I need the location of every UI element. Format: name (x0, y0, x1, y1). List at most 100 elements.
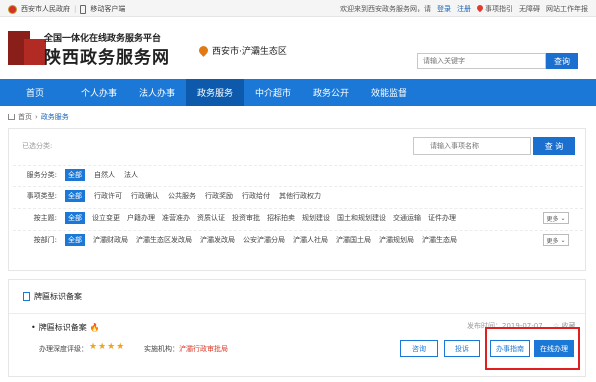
filter-options: 全部 自然人 法人 (65, 168, 138, 181)
filter-option[interactable]: 国土和规划建设 (337, 213, 386, 223)
filter-option[interactable]: 招标拍卖 (267, 213, 295, 223)
filter-option[interactable]: 准营准办 (162, 213, 190, 223)
top-bar: 西安市人民政府 | 移动客户端 欢迎来到西安政务服务网，请 登录 注册 事项指引… (0, 0, 596, 17)
highlight-box (485, 327, 580, 370)
accessible-link[interactable]: 无障碍 (519, 4, 540, 14)
filter-option[interactable]: 行政许可 (94, 191, 122, 201)
filter-label: 按部门: (33, 235, 57, 244)
item-title[interactable]: • 牌匾标识备案 🔥 (31, 322, 100, 333)
filter-option[interactable]: 浐灞发改局 (200, 235, 235, 245)
header-search-input[interactable] (417, 53, 546, 69)
nav-item-gov-service[interactable]: 政务服务 (186, 79, 244, 106)
chevron-down-icon: ⌄ (560, 236, 566, 244)
depth-rating-label: 办理深度评级： (39, 345, 88, 353)
gov-site-link[interactable]: 西安市人民政府 (21, 4, 70, 14)
main-nav: 首页 个人办事 法人办事 政务服务 中介超市 政务公开 效能监督 (0, 79, 596, 106)
filter-option[interactable]: 交通运输 (393, 213, 421, 223)
item-search-button[interactable]: 查 询 (533, 137, 575, 155)
nav-item-legal-person[interactable]: 法人办事 (128, 79, 186, 106)
filter-option[interactable]: 自然人 (94, 170, 115, 180)
rating-stars: ★★★★ (89, 342, 126, 352)
filter-label: 事项类型: (26, 191, 57, 200)
filter-option[interactable]: 浐灞财政局 (93, 235, 128, 245)
nav-item-home[interactable]: 首页 (0, 79, 70, 106)
nav-item-supervision[interactable]: 效能监督 (360, 79, 418, 106)
filter-label: 服务分类: (26, 170, 57, 179)
breadcrumb-home[interactable]: 首页 (18, 112, 32, 122)
workbench-link[interactable]: 网站工作年报 (546, 4, 588, 14)
home-icon (8, 114, 15, 120)
guide-link-label: 事项指引 (485, 5, 513, 13)
filter-option[interactable]: 浐灞规划局 (379, 235, 414, 245)
welcome-text: 欢迎来到西安政务服务网，请 (340, 5, 431, 13)
filter-options: 全部 浐灞财政局 浐灞生态区发改局 浐灞发改局 公安浐灞分局 浐灞人社局 浐灞国… (65, 233, 457, 246)
breadcrumb-current[interactable]: 政务服务 (41, 112, 69, 122)
filter-option[interactable]: 浐灞人社局 (293, 235, 328, 245)
item-search-input[interactable] (413, 137, 531, 155)
agency-name[interactable]: 浐灞行政审批局 (179, 344, 228, 354)
more-label: 更多 (546, 237, 559, 245)
site-logo-icon[interactable] (8, 31, 46, 65)
filter-option[interactable]: 公共服务 (168, 191, 196, 201)
chevron-down-icon: ⌄ (560, 214, 566, 222)
top-bar-left: 西安市人民政府 | 移动客户端 (8, 4, 125, 14)
nav-item-gov-affairs[interactable]: 政务公开 (302, 79, 360, 106)
location-pin-icon (475, 3, 485, 13)
complain-button[interactable]: 投诉 (444, 340, 480, 357)
filter-panel: 已选分类: 查 询 服务分类: 全部 自然人 法人 事项类型: 全部 行政许可 … (8, 128, 586, 271)
filter-row-item-type: 事项类型: 全部 行政许可 行政确认 公共服务 行政奖励 行政给付 其他行政权力 (13, 186, 583, 204)
site-name[interactable]: 陕西政务服务网 (44, 43, 170, 68)
consult-button[interactable]: 咨询 (400, 340, 438, 357)
filter-option[interactable]: 浐灞生态区发改局 (136, 235, 192, 245)
fire-icon: 🔥 (89, 323, 100, 332)
more-button[interactable]: 更多 ⌄ (543, 212, 569, 224)
agency-label: 实施机构： (144, 345, 179, 353)
selected-category-label: 已选分类: (22, 142, 53, 150)
login-link[interactable]: 登录 (437, 4, 451, 14)
filter-option[interactable]: 证件办理 (428, 213, 456, 223)
filter-row-theme: 按主题: 全部 设立变更 户籍办理 准营准办 资质认证 投资审批 招标拍卖 规划… (13, 208, 583, 226)
filter-option-all[interactable]: 全部 (65, 211, 85, 224)
filter-option[interactable]: 行政确认 (131, 191, 159, 201)
filter-option[interactable]: 资质认证 (197, 213, 225, 223)
filter-option-all[interactable]: 全部 (65, 189, 85, 202)
more-label: 更多 (546, 215, 559, 223)
filter-option-all[interactable]: 全部 (65, 233, 85, 246)
register-link[interactable]: 注册 (457, 4, 471, 14)
location-selector[interactable]: 西安市·浐灞生态区 (197, 44, 287, 57)
filter-option[interactable]: 投资审批 (232, 213, 260, 223)
item-title-text: 牌匾标识备案 (38, 323, 87, 332)
header-search-button[interactable]: 查询 (546, 53, 578, 69)
guide-link[interactable]: 事项指引 (475, 3, 513, 14)
filter-option[interactable]: 法人 (124, 170, 138, 180)
section-title-text: 牌匾标识备案 (34, 292, 82, 301)
divider: | (74, 5, 77, 13)
filter-option[interactable]: 规划建设 (302, 213, 330, 223)
filter-options: 全部 行政许可 行政确认 公共服务 行政奖励 行政给付 其他行政权力 (65, 189, 321, 202)
filter-option[interactable]: 浐灞国土局 (336, 235, 371, 245)
filter-options: 全部 设立变更 户籍办理 准营准办 资质认证 投资审批 招标拍卖 规划建设 国土… (65, 211, 456, 224)
divider (9, 313, 585, 314)
filter-option-all[interactable]: 全部 (65, 168, 85, 181)
filter-option[interactable]: 其他行政权力 (279, 191, 321, 201)
filter-option[interactable]: 公安浐灞分局 (243, 235, 285, 245)
nav-item-personal[interactable]: 个人办事 (70, 79, 128, 106)
gov-emblem-icon (8, 4, 17, 14)
filter-option[interactable]: 户籍办理 (127, 213, 155, 223)
filter-label: 按主题: (33, 213, 57, 222)
filter-option[interactable]: 设立变更 (92, 213, 120, 223)
filter-option[interactable]: 行政奖励 (205, 191, 233, 201)
document-icon (23, 292, 30, 301)
filter-option[interactable]: 浐灞生态局 (422, 235, 457, 245)
breadcrumb-separator: › (35, 113, 38, 121)
more-button[interactable]: 更多 ⌄ (543, 234, 569, 246)
nav-item-agency-market[interactable]: 中介超市 (244, 79, 302, 106)
filter-row-service-category: 服务分类: 全部 自然人 法人 (13, 165, 583, 183)
mobile-client-link[interactable]: 移动客户端 (90, 4, 125, 14)
phone-icon (80, 4, 87, 14)
filter-option[interactable]: 行政给付 (242, 191, 270, 201)
section-title: 牌匾标识备案 (23, 291, 82, 302)
location-text: 西安市·浐灞生态区 (212, 47, 287, 57)
location-pin-icon (197, 44, 210, 57)
bullet: • (31, 323, 36, 332)
